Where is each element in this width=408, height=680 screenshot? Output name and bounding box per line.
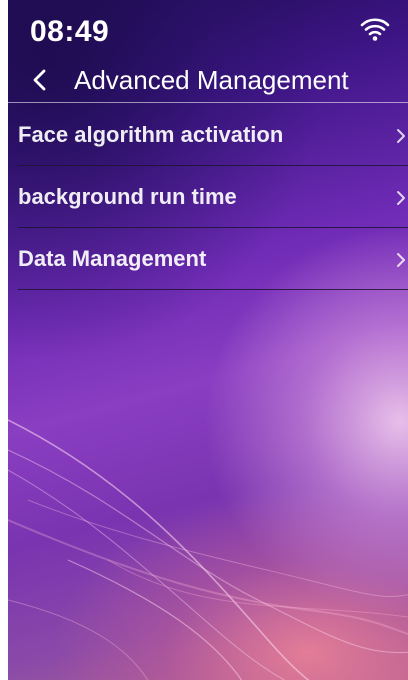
menu-list: Face algorithm activation background run… bbox=[18, 104, 408, 290]
menu-item-background-run-time[interactable]: background run time bbox=[18, 166, 408, 228]
chevron-right-icon bbox=[397, 191, 405, 205]
menu-item-face-algorithm-activation[interactable]: Face algorithm activation bbox=[18, 104, 408, 166]
chevron-right-icon bbox=[397, 253, 405, 267]
menu-item-label: background run time bbox=[18, 184, 237, 209]
menu-item-label: Data Management bbox=[18, 246, 207, 271]
header-bar: Advanced Management bbox=[8, 58, 408, 103]
menu-item-data-management[interactable]: Data Management bbox=[18, 228, 408, 290]
wifi-icon bbox=[360, 18, 390, 41]
page-title: Advanced Management bbox=[74, 65, 349, 95]
status-time: 08:49 bbox=[30, 15, 110, 48]
status-bar: 08:49 bbox=[8, 0, 408, 58]
chevron-left-icon bbox=[33, 69, 46, 91]
menu-item-label: Face algorithm activation bbox=[18, 122, 284, 147]
chevron-right-icon bbox=[397, 129, 405, 143]
device-screen: 08:49 Advanced Management Face algorithm… bbox=[8, 0, 408, 680]
back-button[interactable] bbox=[26, 60, 60, 100]
